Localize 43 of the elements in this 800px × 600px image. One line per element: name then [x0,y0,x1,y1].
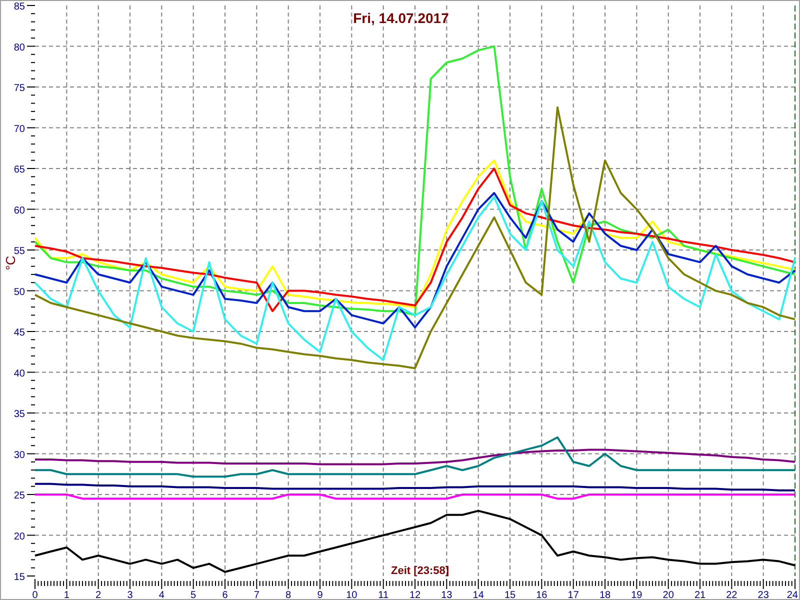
tick-label: 30 [14,450,25,461]
tick-label: 20 [14,531,25,542]
tick-label: 1 [64,590,70,599]
tick-label: 12 [409,590,421,599]
tick-label: 15 [14,572,25,583]
chart-title: Fri, 14.07.2017 [353,10,449,26]
tick-label: 5 [190,590,196,599]
tick-label: 16 [536,590,548,599]
tick-label: 4 [158,590,164,599]
tick-label: 60 [14,205,25,216]
tick-label: 15 [504,590,516,599]
tick-label: 6 [222,590,228,599]
tick-label: 21 [694,590,706,599]
tick-label: 75 [14,83,25,94]
tick-label: 70 [14,124,25,135]
tick-label: 45 [14,328,25,338]
tick-label: 55 [14,246,25,257]
tick-label: 50 [14,286,25,298]
tick-label: 40 [14,368,25,380]
tick-label: 8 [286,590,292,599]
tick-label: 17 [568,590,579,599]
tick-label: 25 [14,490,25,502]
tick-label: 85 [14,2,25,12]
tick-label: 3 [127,590,133,599]
axis-label: Zeit [23:58] [391,565,450,577]
tick-label: 23 [758,590,769,599]
tick-label: 20 [662,590,674,599]
tick-label: 7 [254,590,260,599]
tick-label: 18 [599,590,611,599]
tick-label: 0 [32,590,38,599]
tick-label: 10 [346,590,358,599]
tick-label: 65 [14,164,25,176]
axis-label: °C [3,256,18,270]
tick-label: 13 [441,590,452,599]
tick-label: 14 [472,590,484,599]
tick-label: 19 [631,590,642,599]
tick-label: 35 [14,409,25,420]
tick-label: 9 [317,590,323,599]
tick-label: 24 [786,590,798,599]
tick-label: 2 [96,590,102,599]
tick-label: 22 [726,590,738,599]
tick-label: 80 [14,42,25,54]
tick-label: 11 [378,590,389,599]
